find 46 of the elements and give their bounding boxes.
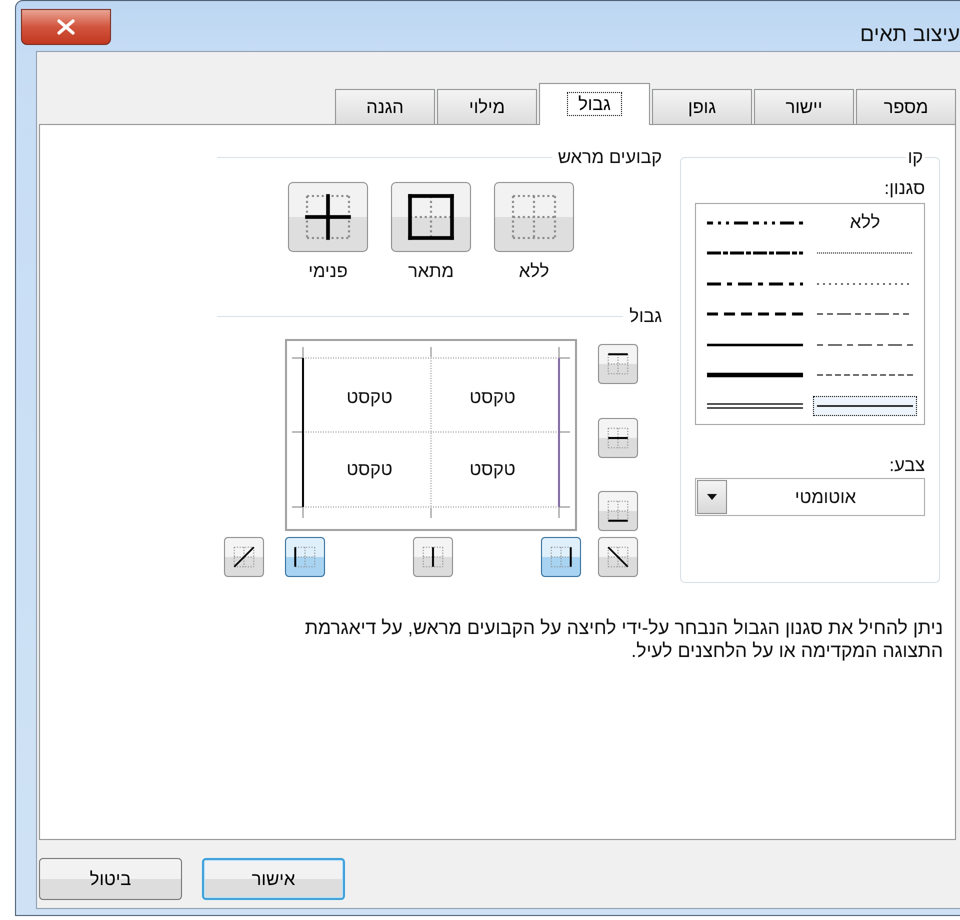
window-title: עיצוב תאים [860,23,960,47]
preset-button[interactable] [391,182,471,252]
top-border-icon [605,351,631,377]
line-sample-icon [707,370,803,380]
dropdown-arrow-icon [707,494,717,500]
preview-text: טקסט [346,458,394,480]
style-label: סגנון: [883,178,925,199]
preview-text: טקסט [468,386,516,408]
border-button[interactable] [598,418,638,458]
preview-text: טקסט [468,458,516,480]
horizontal-border-icon [605,424,631,450]
preset-label: ללא [518,261,550,282]
tab[interactable]: מספר [856,89,956,125]
color-label: צבע: [888,455,925,476]
tab[interactable]: גבול [539,83,650,125]
line-sample-icon [707,400,803,411]
border-button[interactable] [224,537,264,577]
preview-text: טקסט [346,386,394,408]
color-dropdown[interactable]: אוטומטי [695,478,925,516]
left-border-icon [292,544,318,570]
border-button[interactable] [598,537,638,577]
line-style-list[interactable]: ללא [695,203,925,425]
line-style-option[interactable] [813,396,917,416]
section-title: גבול [629,306,662,327]
preset-label: פנימי [308,261,348,282]
diagonal-up-icon [231,544,257,570]
group-title: קו [906,147,924,168]
vertical-border-icon [420,544,446,570]
preset-label: מתאר [408,261,454,282]
preset-button[interactable] [288,182,368,252]
border-button[interactable] [413,537,453,577]
hint-text: ניתן להחיל את סגנון הגבול הנבחר על-ידי לחיצה על הקבועים מראש, על דיאגרמת התצוגה המקדימה או על הלחצנים לעיל. [304,617,943,663]
tab[interactable]: מילוי [437,89,537,125]
right-border-icon [548,544,574,570]
border-preview[interactable]: טקסט טקסט טקסט טקסט [285,339,577,531]
section-title: קבועים מראש [558,147,662,168]
diagonal-down-icon [605,544,631,570]
tab[interactable]: גופן [652,89,752,125]
close-icon [55,19,77,35]
close-button[interactable] [21,9,111,45]
tab[interactable]: הגנה [335,89,435,125]
ok-button[interactable]: אישור [202,858,345,900]
tab[interactable]: יישור [754,89,854,125]
cancel-button[interactable]: ביטול [39,858,182,900]
bottom-border-icon [605,498,631,524]
line-style-none[interactable]: ללא [846,207,884,238]
